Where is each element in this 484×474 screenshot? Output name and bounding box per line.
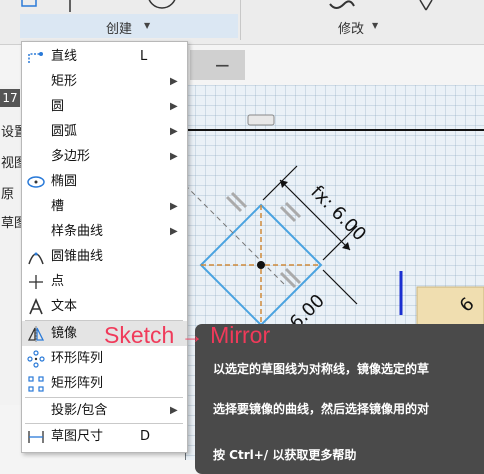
dimension-label-top: fx: 6.00 (306, 182, 370, 246)
submenu-arrow-icon: ▶ (170, 126, 178, 137)
modify-menu-label[interactable]: 修改 (338, 18, 364, 37)
menu-item-label: 槽 (51, 199, 65, 214)
tooltip-description: 以选定的草图线为对称线，镜像选定的草 (213, 362, 430, 376)
submenu-arrow-icon: ▶ (170, 151, 178, 162)
create-dropdown-menu: 直线 L 矩形 ▶ 圆 ▶ 圆弧 ▶ 多边形 ▶ 椭圆 槽 ▶ 样条曲线 ▶ 圆… (21, 41, 188, 453)
menu-item-sketch-dimension[interactable]: 草图尺寸 D (22, 424, 187, 449)
dimension-lines (262, 165, 358, 305)
circle-icon (148, 0, 176, 9)
sketch-dimension-icon (28, 431, 44, 443)
menu-item-label: 投影/包含 (51, 403, 108, 418)
text-icon (29, 298, 43, 315)
menu-item-label: 矩形阵列 (51, 376, 104, 391)
tooltip-help-hint: 按 Ctrl+/ 以获取更多帮助 (213, 448, 357, 462)
menu-item-line[interactable]: 直线 L (22, 44, 187, 69)
menu-item-label: 椭圆 (51, 174, 78, 189)
menu-item-label: 镜像 (51, 326, 78, 341)
menu-item-ellipse[interactable]: 椭圆 (22, 169, 187, 194)
create-menu-label[interactable]: 创建 (106, 18, 132, 37)
tooltip-instruction: 选择要镜像的曲线，然后选择镜像用的对 (213, 402, 430, 416)
menu-item-slot[interactable]: 槽 ▶ (22, 194, 187, 219)
chevron-down-icon[interactable]: ▼ (372, 21, 378, 30)
menu-item-label: 样条曲线 (51, 224, 104, 239)
menu-item-polygon[interactable]: 多边形 ▶ (22, 144, 187, 169)
line-icon (28, 52, 43, 63)
menu-item-circular-pattern[interactable]: 环形阵列 (22, 346, 187, 371)
menu-item-label: 多边形 (51, 149, 91, 164)
menu-item-label: 草图尺寸 (51, 429, 104, 444)
trim-icon (419, 0, 433, 11)
minimize-icon[interactable]: − (214, 53, 231, 77)
conic-curve-icon (28, 252, 44, 265)
mirror-icon (27, 326, 45, 342)
menu-item-circle[interactable]: 圆 ▶ (22, 94, 187, 119)
submenu-arrow-icon: ▶ (170, 76, 178, 87)
menu-item-rectangle[interactable]: 矩形 ▶ (22, 69, 187, 94)
menu-item-label: 点 (51, 274, 65, 289)
menu-item-label: 圆锥曲线 (51, 249, 104, 264)
rectangular-pattern-icon (28, 376, 44, 392)
center-point (257, 261, 265, 269)
browser-badge[interactable]: 17 (0, 89, 20, 107)
submenu-arrow-icon: ▶ (170, 101, 178, 112)
menu-item-shortcut: D (140, 429, 151, 444)
toolbar-icons (21, 0, 433, 12)
submenu-arrow-icon: ▶ (170, 226, 178, 237)
menu-item-label: 圆 (51, 99, 65, 114)
submenu-arrow-icon: ▶ (170, 201, 178, 212)
browser-item-origin[interactable]: 原 (1, 183, 14, 202)
menu-item-label: 直线 (51, 49, 78, 64)
circular-pattern-icon (27, 350, 45, 368)
menu-item-label: 圆弧 (51, 124, 78, 139)
menu-item-text[interactable]: 文本 (22, 294, 187, 319)
menu-item-rectangular-pattern[interactable]: 矩形阵列 (22, 371, 187, 396)
menu-item-spline[interactable]: 样条曲线 ▶ (22, 219, 187, 244)
submenu-arrow-icon: ▶ (170, 405, 178, 416)
rectangle-icon (21, 0, 37, 7)
menu-item-arc[interactable]: 圆弧 ▶ (22, 119, 187, 144)
fillet-icon (329, 0, 355, 9)
constraint-glyph-icon (247, 114, 275, 126)
chevron-down-icon[interactable]: ▼ (144, 21, 150, 30)
menu-item-conic-curve[interactable]: 圆锥曲线 (22, 244, 187, 269)
menu-item-point[interactable]: 点 (22, 269, 187, 294)
menu-item-project-include[interactable]: 投影/包含 ▶ (22, 398, 187, 423)
menu-item-label: 环形阵列 (51, 351, 104, 366)
menu-item-label: 矩形 (51, 74, 78, 89)
menu-item-shortcut: L (140, 49, 148, 64)
point-icon (29, 275, 43, 289)
ellipse-icon (27, 176, 45, 188)
tooltip-title: Sketch → Mirror (104, 322, 271, 348)
menu-item-label: 文本 (51, 299, 78, 314)
